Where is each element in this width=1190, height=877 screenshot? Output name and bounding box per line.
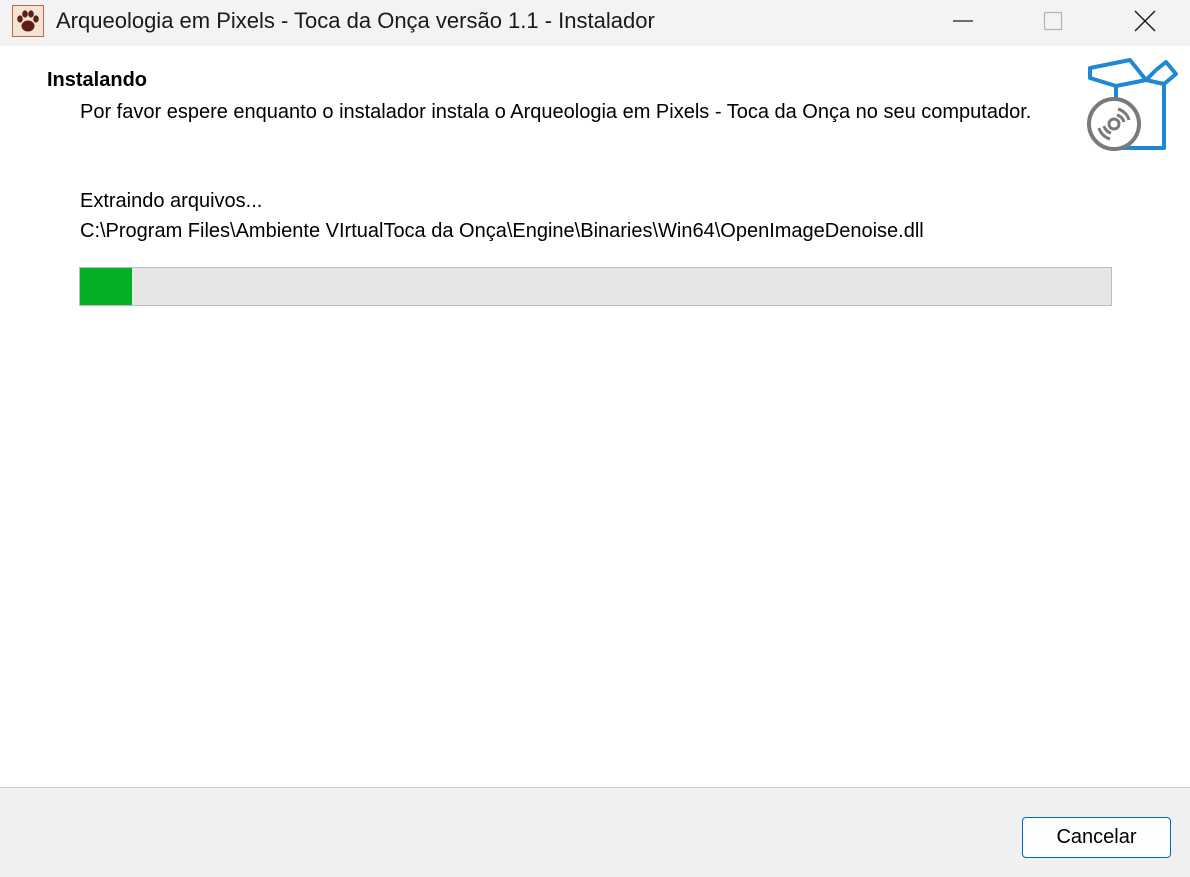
page-title: Instalando [47, 69, 148, 91]
close-button[interactable] [1112, 0, 1176, 40]
footer: Cancelar [0, 787, 1190, 877]
cancel-button[interactable]: Cancelar [1022, 817, 1171, 858]
page-description: Por favor espere enquanto o instalador i… [80, 101, 1032, 123]
progress-bar [79, 267, 1112, 306]
progress-bar-fill [80, 268, 132, 305]
close-icon [1134, 10, 1156, 32]
minimize-button[interactable] [930, 0, 994, 40]
current-file-path: C:\Program Files\Ambiente VIrtualToca da… [80, 220, 924, 242]
maximize-icon [1043, 11, 1063, 31]
window-title: Arqueologia em Pixels - Toca da Onça ver… [56, 8, 655, 33]
title-bar[interactable]: Arqueologia em Pixels - Toca da Onça ver… [0, 0, 1190, 46]
minimize-icon [953, 20, 973, 22]
maximize-button[interactable] [1020, 0, 1084, 40]
status-text: Extraindo arquivos... [80, 190, 263, 212]
install-box-disc-icon [1086, 56, 1181, 157]
paw-icon[interactable] [12, 5, 44, 37]
